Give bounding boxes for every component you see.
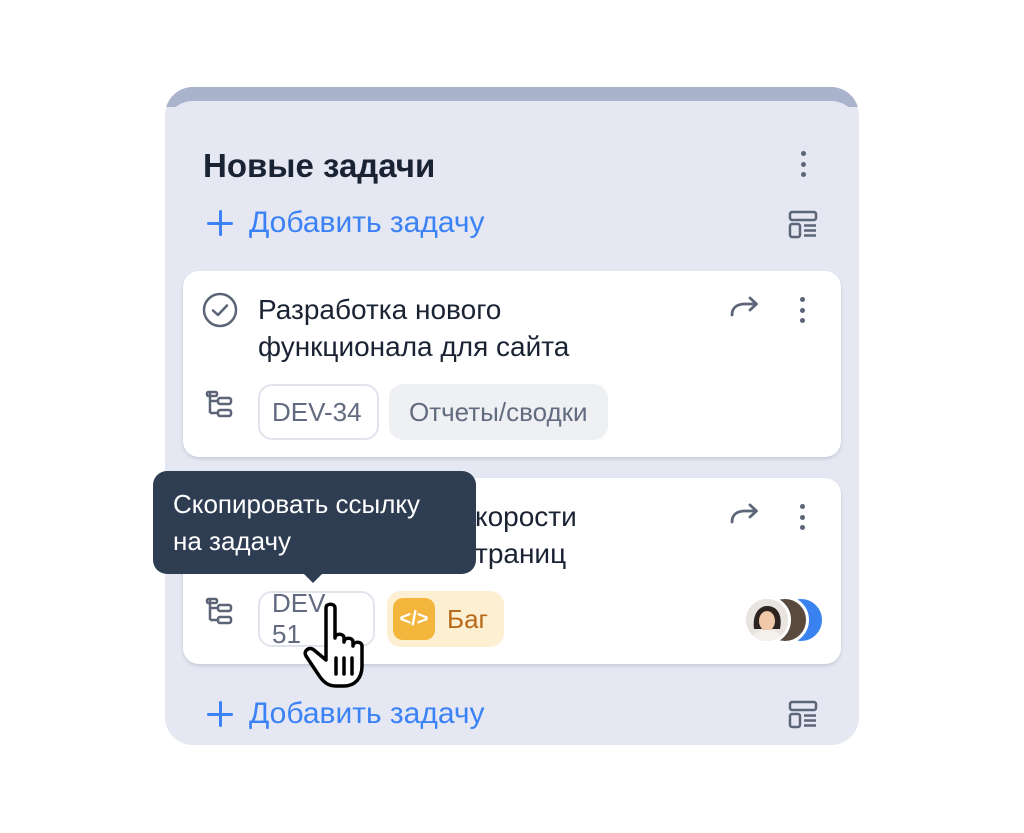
avatar[interactable] [743,596,791,644]
assignees[interactable] [743,596,829,646]
template-icon[interactable] [787,699,819,731]
share-icon[interactable] [728,293,762,323]
category-tag[interactable]: Отчеты/сводки [389,384,608,440]
check-circle-icon[interactable] [201,291,239,329]
task-column: Новые задачи Добавить задачу Разработка … [165,87,859,745]
task-more-icon[interactable] [792,293,812,327]
code-icon: </> [393,598,435,640]
add-task-label: Добавить задачу [249,697,485,730]
subtasks-icon[interactable] [205,596,235,626]
column-more-icon[interactable] [793,147,813,181]
plus-icon [207,210,233,236]
column-body: Новые задачи Добавить задачу Разработка … [165,101,859,745]
template-icon[interactable] [787,209,819,241]
task-title[interactable]: скорости страниц [461,498,691,572]
tooltip-tail [302,572,324,583]
plus-icon [207,701,233,727]
subtasks-icon[interactable] [205,389,235,419]
add-task-button-bottom[interactable]: Добавить задачу [207,692,485,736]
column-title: Новые задачи [203,147,436,184]
add-task-label: Добавить задачу [249,206,485,239]
bug-tag-label: Баг [447,603,489,634]
task-card[interactable]: Разработка нового функционала для сайта … [183,271,841,457]
task-title[interactable]: Разработка нового функционала для сайта [258,291,678,365]
bug-tag[interactable]: </> Баг [387,591,505,647]
add-task-button-top[interactable]: Добавить задачу [207,201,485,245]
task-more-icon[interactable] [792,500,812,534]
hand-pointer-cursor-icon [303,602,364,688]
avatar-photo [746,599,788,641]
share-icon[interactable] [728,500,762,530]
task-id-tag[interactable]: DEV-34 [258,384,379,440]
copy-link-tooltip: Скопировать ссылку на задачу [153,471,476,574]
